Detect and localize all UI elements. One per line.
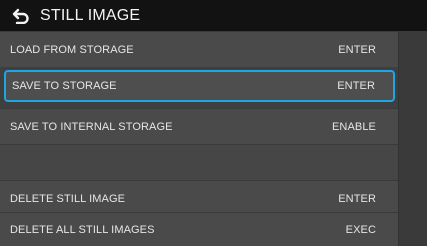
menu-item-delete-all-still-images[interactable]: DELETE ALL STILL IMAGES EXEC bbox=[0, 212, 398, 246]
menu-item-save-to-internal-storage[interactable]: SAVE TO INTERNAL STORAGE ENABLE bbox=[0, 108, 398, 144]
menu-item-value: EXEC bbox=[345, 223, 376, 236]
menu-item-delete-still-image[interactable]: DELETE STILL IMAGE ENTER bbox=[0, 180, 398, 216]
menu-item-value: ENABLE bbox=[331, 120, 376, 133]
menu-item-value: ENTER bbox=[337, 80, 375, 92]
menu-header: STILL IMAGE bbox=[0, 0, 427, 31]
menu-item-label: SAVE TO STORAGE bbox=[12, 80, 117, 92]
scrollbar[interactable] bbox=[398, 31, 427, 246]
menu-item-value: ENTER bbox=[338, 43, 376, 56]
menu-item-label: SAVE TO INTERNAL STORAGE bbox=[10, 120, 173, 133]
menu-item-load-from-storage[interactable]: LOAD FROM STORAGE ENTER bbox=[0, 31, 398, 67]
menu-item-label: LOAD FROM STORAGE bbox=[10, 43, 134, 56]
menu-item-label: DELETE STILL IMAGE bbox=[10, 192, 126, 205]
menu-item-value: ENTER bbox=[338, 192, 376, 205]
menu-item-label: DELETE ALL STILL IMAGES bbox=[10, 223, 155, 236]
menu-list: LOAD FROM STORAGE ENTER SAVE TO STORAGE … bbox=[0, 31, 398, 246]
page-title: STILL IMAGE bbox=[40, 6, 141, 24]
menu-item-empty bbox=[0, 144, 398, 180]
menu-item-save-to-storage[interactable]: SAVE TO STORAGE ENTER bbox=[4, 70, 395, 102]
return-arrow-icon[interactable] bbox=[10, 5, 32, 27]
still-image-screen: STILL IMAGE LOAD FROM STORAGE ENTER SAVE… bbox=[0, 0, 427, 246]
